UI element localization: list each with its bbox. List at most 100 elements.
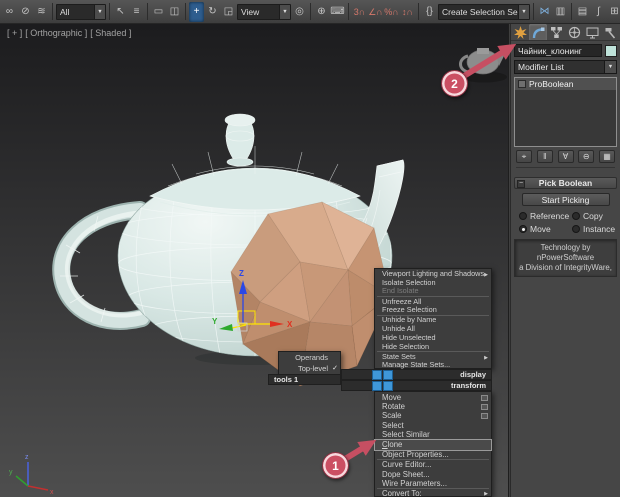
reference-coordinate-dropdown[interactable]: View ▼ [237,3,291,20]
select-and-manipulate-icon[interactable]: ⊕ [314,2,329,22]
radio-copy[interactable]: Copy [572,210,618,221]
quad-title-transform: transform [341,380,492,391]
menu-item-hide-selection[interactable]: Hide Selection [375,342,491,352]
dropdown-arrow-icon[interactable]: ▼ [518,4,529,19]
item-settings-icon[interactable] [481,403,488,410]
menu-item-top-level[interactable]: Top-level ✓ [279,363,340,374]
select-and-move-icon[interactable]: + [189,1,204,22]
clone-method-radios: Reference Copy Move Instance [513,209,618,235]
remove-modifier-button[interactable]: ⊖ [578,150,595,163]
menu-item-convert-to[interactable]: Convert To: ▶ [375,489,491,497]
angle-snap-icon[interactable]: ∠∩ [368,2,383,22]
select-by-name-icon[interactable]: ≡ [129,2,144,22]
command-panel: Modifier List ▼ ProBoolean ⌖ ‖ ∀ ⊖ ▦ − P… [510,24,620,497]
dropdown-arrow-icon[interactable]: ▼ [279,4,290,19]
viewport-pov-label[interactable]: [ Orthographic ] [25,28,87,38]
menu-item-curve-editor[interactable]: Curve Editor... [375,460,491,469]
menu-item-select[interactable]: Select [375,421,491,430]
menu-item-object-properties[interactable]: Object Properties... [375,450,491,459]
main-toolbar: ∞ ⊘ ≋ All ▼ ↖ ≡ ▭ ◫ + ↻ ◲ View ▼ ◎ ⊕ ⌨ 3… [0,0,620,24]
menu-item-rotate[interactable]: Rotate [375,402,491,411]
layer-manager-icon[interactable]: ▤ [575,2,590,22]
selection-filter-dropdown[interactable]: All ▼ [56,3,106,20]
tab-display[interactable] [584,24,602,40]
create-starburst-icon [513,25,527,39]
object-name-field[interactable] [514,44,602,57]
toolbar-separator [418,3,419,20]
pin-stack-button[interactable]: ⌖ [516,150,532,163]
configure-modifier-sets-button[interactable]: ▦ [599,150,615,163]
named-selection-set-dropdown[interactable]: Create Selection Se ▼ [438,3,530,20]
menu-item-clone[interactable]: Clone [374,439,492,451]
toolbar-separator [348,3,349,20]
align-icon[interactable]: ▥ [553,2,568,22]
start-picking-button[interactable]: Start Picking [521,193,610,206]
menu-item-operands[interactable]: Operands [279,352,340,363]
modifier-list-dropdown[interactable]: Modifier List ▼ [514,60,617,74]
toolbar-separator [147,3,148,20]
spinner-snap-icon[interactable]: ↕∩ [400,2,415,22]
unlink-selection-icon[interactable]: ⊘ [18,2,33,22]
pick-boolean-rollout: − Pick Boolean Start Picking Reference C… [513,177,618,277]
radio-dot-selected[interactable] [519,224,527,233]
menu-item-dope-sheet[interactable]: Dope Sheet... [375,470,491,479]
object-color-swatch[interactable] [605,44,617,57]
menu-item-scale[interactable]: Scale [375,411,491,420]
radio-dot[interactable] [519,211,527,220]
select-and-scale-icon[interactable]: ◲ [221,2,236,22]
modifier-stack-row-proboolean[interactable]: ProBoolean [515,78,616,90]
utilities-hammer-icon [605,27,616,39]
viewport-shading-label[interactable]: [ Shaded ] [90,28,131,38]
bind-to-space-warp-icon[interactable]: ≋ [34,2,49,22]
tab-modify[interactable] [529,24,548,40]
percent-snap-icon[interactable]: %∩ [384,2,399,22]
edit-named-selection-sets-icon[interactable]: {} [422,2,437,22]
quad-indicator-square [383,381,393,391]
menu-item-freeze-selection[interactable]: Freeze Selection [375,305,491,315]
select-and-rotate-icon[interactable]: ↻ [205,2,220,22]
checkmark-icon: ✓ [332,365,338,372]
callout-circle-2: 2 [441,70,468,97]
tab-create[interactable] [511,24,529,40]
rectangular-selection-region-icon[interactable]: ▭ [151,2,166,22]
tab-utilities[interactable] [602,24,620,40]
radio-dot[interactable] [572,211,580,220]
tab-hierarchy[interactable] [547,24,565,40]
viewport-menu-plus[interactable]: [ + ] [7,28,22,38]
schematic-view-icon[interactable]: ⊞ [607,2,620,22]
item-settings-icon[interactable] [481,412,488,419]
radio-instance[interactable]: Instance [572,223,618,234]
gizmo-x-label: X [287,320,293,329]
radio-move[interactable]: Move [519,223,572,234]
menu-item-select-similar[interactable]: Select Similar [375,430,491,439]
tab-motion[interactable] [566,24,584,40]
quad-menu-transform: Move Rotate Scale Select Select Similar … [374,391,492,497]
window-crossing-icon[interactable]: ◫ [167,2,182,22]
show-end-result-button[interactable]: ‖ [536,150,553,163]
modifier-stack[interactable]: ProBoolean [514,77,617,147]
select-object-icon[interactable]: ↖ [113,2,128,22]
make-unique-button[interactable]: ∀ [557,150,574,163]
world-axis-y-label: y [9,469,13,476]
rollout-collapse-icon[interactable]: − [517,179,525,188]
use-pivot-point-center-icon[interactable]: ◎ [292,2,307,22]
3ds-max-window: ∞ ⊘ ≋ All ▼ ↖ ≡ ▭ ◫ + ↻ ◲ View ▼ ◎ ⊕ ⌨ 3… [0,0,620,497]
dropdown-arrow-icon[interactable]: ▼ [604,61,616,73]
quad-menu-display: Viewport Lighting and Shadows ▶ Isolate S… [374,268,492,369]
technology-info-box: Technology by nPowerSoftware a Division … [514,239,617,277]
keyboard-shortcut-override-icon[interactable]: ⌨ [330,2,345,22]
menu-item-wire-parameters[interactable]: Wire Parameters... [375,479,491,488]
menu-item-move[interactable]: Move [375,393,491,402]
snap-toggle-3d-icon[interactable]: 3∩ [352,2,367,22]
pick-boolean-rollout-header[interactable]: − Pick Boolean [514,177,617,189]
item-settings-icon[interactable] [481,394,488,401]
radio-dot[interactable] [572,224,580,233]
object-name-row [514,44,617,57]
select-and-link-icon[interactable]: ∞ [2,2,17,22]
toolbar-separator [109,3,110,20]
mirror-icon[interactable]: ⋈ [537,2,552,22]
modifier-icon [518,80,526,88]
radio-reference[interactable]: Reference [519,210,572,221]
curve-editor-icon[interactable]: ∫ [591,2,606,22]
dropdown-arrow-icon[interactable]: ▼ [94,4,105,19]
